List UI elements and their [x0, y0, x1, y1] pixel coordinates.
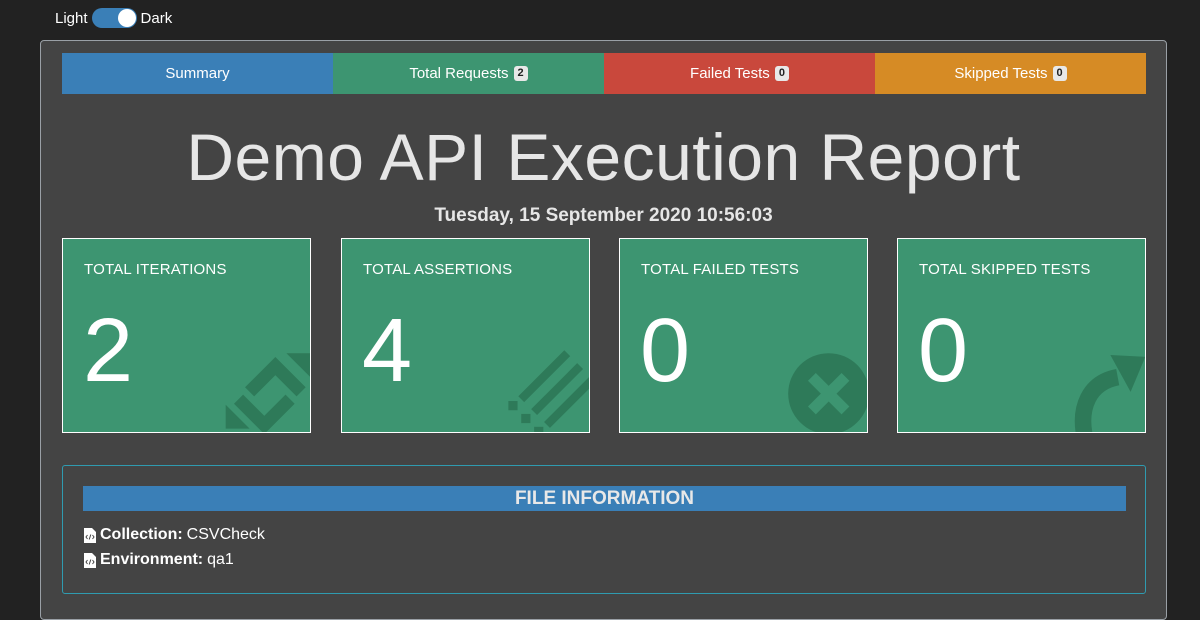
theme-switch[interactable] — [91, 8, 137, 28]
tab-label: Failed Tests — [690, 65, 770, 82]
stat-cards: TOTAL ITERATIONS 2 TOTAL ASSERTIONS 4 TO… — [62, 238, 1146, 433]
tab-skipped-tests[interactable]: Skipped Tests 0 — [875, 53, 1146, 94]
theme-toggle: Light Dark — [55, 8, 172, 28]
collection-value: CSVCheck — [186, 526, 265, 543]
report-title: Demo API Execution Report — [186, 120, 1021, 194]
tab-failed-tests[interactable]: Failed Tests 0 — [604, 53, 875, 94]
environment-row: Environment: qa1 — [84, 551, 234, 569]
card-value: 2 — [83, 301, 134, 401]
file-code-icon — [84, 527, 96, 543]
nav-tabs: Summary Total Requests 2 Failed Tests 0 … — [62, 53, 1146, 94]
collection-key: Collection: — [100, 526, 183, 543]
tab-summary[interactable]: Summary — [62, 53, 333, 94]
theme-dark-label: Dark — [140, 9, 173, 27]
report-panel: Summary Total Requests 2 Failed Tests 0 … — [40, 40, 1167, 620]
file-information-box: FILE INFORMATION Collection: CSVCheck En… — [62, 465, 1146, 594]
environment-value: qa1 — [207, 551, 234, 568]
collection-row: Collection: CSVCheck — [84, 526, 265, 544]
environment-key: Environment: — [100, 551, 204, 568]
card-total-skipped-tests: TOTAL SKIPPED TESTS 0 — [897, 238, 1146, 433]
card-label: TOTAL FAILED TESTS — [641, 261, 800, 278]
tab-total-requests[interactable]: Total Requests 2 — [333, 53, 604, 94]
tab-label: Skipped Tests — [954, 65, 1048, 82]
card-value: 0 — [918, 301, 969, 401]
card-label: TOTAL SKIPPED TESTS — [919, 261, 1091, 278]
card-total-failed-tests: TOTAL FAILED TESTS 0 — [619, 238, 868, 433]
count-badge: 0 — [774, 66, 789, 81]
theme-light-label: Light — [55, 9, 88, 27]
card-label: TOTAL ASSERTIONS — [363, 261, 513, 278]
share-arrow-icon — [1074, 355, 1145, 432]
switch-knob — [117, 9, 136, 27]
count-badge: 2 — [513, 66, 528, 81]
file-information-header: FILE INFORMATION — [83, 486, 1126, 511]
file-code-icon — [84, 552, 96, 568]
card-total-iterations: TOTAL ITERATIONS 2 — [62, 238, 311, 433]
times-circle-icon — [788, 353, 867, 432]
card-value: 4 — [362, 301, 413, 401]
card-value: 0 — [640, 301, 691, 401]
assertions-icon — [508, 350, 589, 432]
card-total-assertions: TOTAL ASSERTIONS 4 — [341, 238, 590, 433]
tab-label: Summary — [165, 65, 230, 82]
tab-label: Total Requests — [409, 65, 509, 82]
card-label: TOTAL ITERATIONS — [84, 261, 227, 278]
report-date: Tuesday, 15 September 2020 10:56:03 — [434, 205, 773, 226]
repeat-icon — [225, 353, 310, 432]
count-badge: 0 — [1052, 66, 1067, 81]
